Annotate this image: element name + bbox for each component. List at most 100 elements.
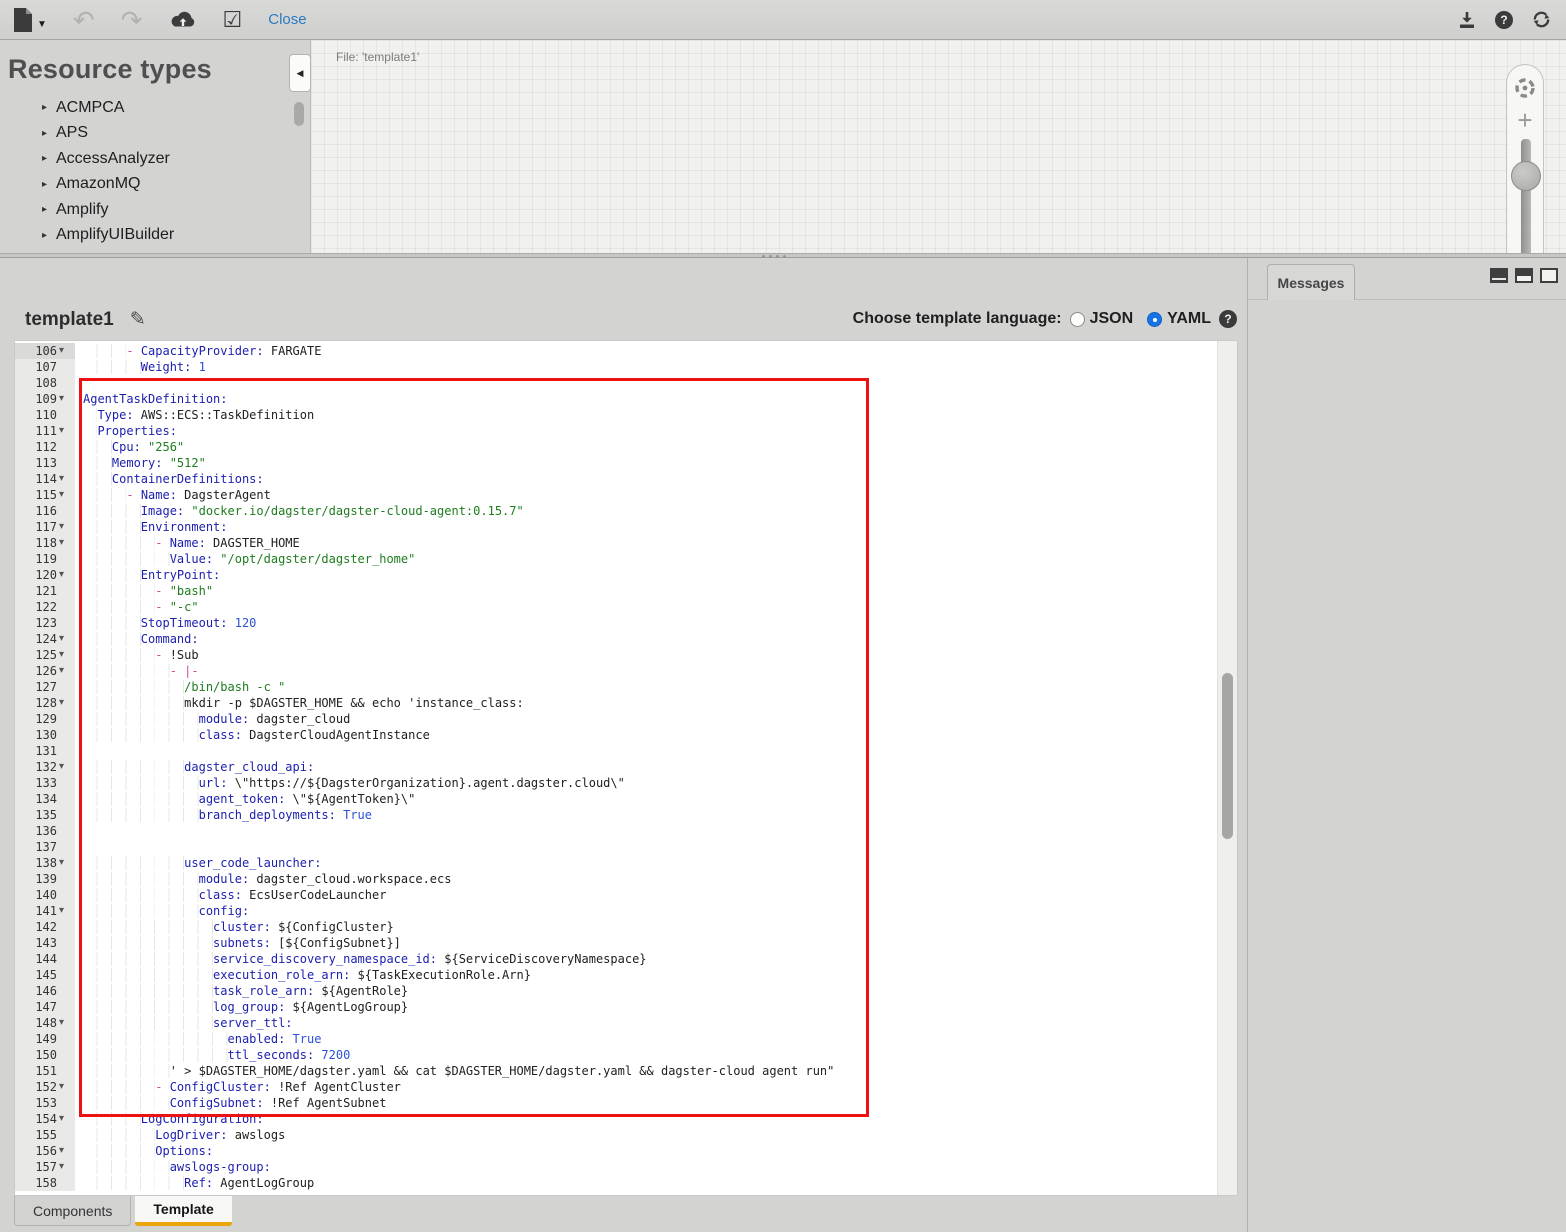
radio-checked-icon[interactable] xyxy=(1147,312,1162,327)
layout-editor-maximized-icon[interactable] xyxy=(1490,268,1508,283)
fold-arrow-icon[interactable]: ▾ xyxy=(59,631,75,647)
fold-arrow-icon[interactable]: ▾ xyxy=(59,647,75,663)
panel-divider[interactable] xyxy=(1247,258,1248,1232)
fold-arrow-icon[interactable]: ▾ xyxy=(59,535,75,551)
code-line[interactable]: 153 ConfigSubnet: !Ref AgentSubnet xyxy=(15,1095,1217,1111)
fold-arrow-icon[interactable]: ▾ xyxy=(59,663,75,679)
zoom-slider-track[interactable] xyxy=(1521,139,1531,253)
code-line[interactable]: 131 xyxy=(15,743,1217,759)
code-line[interactable]: 108 xyxy=(15,375,1217,391)
editor-scrollbar[interactable] xyxy=(1217,341,1237,1195)
help-icon[interactable]: ? xyxy=(1219,310,1237,328)
code-line[interactable]: 136 xyxy=(15,823,1217,839)
fold-arrow-icon[interactable]: ▾ xyxy=(59,903,75,919)
code-line[interactable]: 138▾ user_code_launcher: xyxy=(15,855,1217,871)
fold-arrow-icon[interactable]: ▾ xyxy=(59,1015,75,1031)
code-line[interactable]: 116 Image: "docker.io/dagster/dagster-cl… xyxy=(15,503,1217,519)
code-line[interactable]: 121 - "bash" xyxy=(15,583,1217,599)
code-line[interactable]: 143 subnets: [${ConfigSubnet}] xyxy=(15,935,1217,951)
tab-components[interactable]: Components xyxy=(14,1196,131,1226)
tab-messages[interactable]: Messages xyxy=(1267,264,1355,300)
fold-arrow-icon[interactable]: ▾ xyxy=(59,1079,75,1095)
fold-arrow-icon[interactable]: ▾ xyxy=(59,855,75,871)
code-line[interactable]: 132▾ dagster_cloud_api: xyxy=(15,759,1217,775)
code-line[interactable]: 111▾ Properties: xyxy=(15,423,1217,439)
code-line[interactable]: 140 class: EcsUserCodeLauncher xyxy=(15,887,1217,903)
code-line[interactable]: 117▾ Environment: xyxy=(15,519,1217,535)
resource-type-item[interactable]: ▸AccessAnalyzer xyxy=(42,146,310,172)
tab-template[interactable]: Template xyxy=(135,1196,231,1226)
code-line[interactable]: 110 Type: AWS::ECS::TaskDefinition xyxy=(15,407,1217,423)
redo-icon[interactable]: ↷ xyxy=(121,10,143,30)
expand-triangle-icon[interactable]: ▸ xyxy=(42,179,56,190)
language-option-yaml[interactable]: YAML xyxy=(1147,310,1211,328)
resource-type-item[interactable]: ▸AmplifyUIBuilder xyxy=(42,223,310,249)
code-line[interactable]: 156▾ Options: xyxy=(15,1143,1217,1159)
expand-triangle-icon[interactable]: ▸ xyxy=(42,153,56,164)
code-line[interactable]: 144 service_discovery_namespace_id: ${Se… xyxy=(15,951,1217,967)
collapse-panel-button[interactable]: ◀ xyxy=(289,54,311,92)
scrollbar-thumb[interactable] xyxy=(1222,673,1233,839)
cloud-upload-icon[interactable] xyxy=(169,10,197,30)
code-line[interactable]: 120▾ EntryPoint: xyxy=(15,567,1217,583)
code-editor[interactable]: 106▾ - CapacityProvider: FARGATE107 Weig… xyxy=(14,340,1238,1196)
resource-type-item[interactable]: ▸ACMPCA xyxy=(42,95,310,121)
fold-arrow-icon[interactable]: ▾ xyxy=(59,423,75,439)
code-line[interactable]: 114▾ ContainerDefinitions: xyxy=(15,471,1217,487)
expand-triangle-icon[interactable]: ▸ xyxy=(42,230,56,241)
code-line[interactable]: 151 ' > $DAGSTER_HOME/dagster.yaml && ca… xyxy=(15,1063,1217,1079)
code-line[interactable]: 126▾ - |- xyxy=(15,663,1217,679)
code-line[interactable]: 158 Ref: AgentLogGroup xyxy=(15,1175,1217,1191)
refresh-icon[interactable] xyxy=(1531,9,1552,30)
layout-split-view-icon[interactable] xyxy=(1515,268,1533,283)
validate-template-icon[interactable]: ☑ xyxy=(223,9,243,31)
help-icon[interactable]: ? xyxy=(1495,11,1513,29)
radio-unchecked-icon[interactable] xyxy=(1070,312,1085,327)
fold-arrow-icon[interactable]: ▾ xyxy=(59,519,75,535)
code-line[interactable]: 134 agent_token: \"${AgentToken}\" xyxy=(15,791,1217,807)
language-option-json[interactable]: JSON xyxy=(1070,310,1134,328)
code-line[interactable]: 122 - "-c" xyxy=(15,599,1217,615)
expand-triangle-icon[interactable]: ▸ xyxy=(42,102,56,113)
expand-triangle-icon[interactable]: ▸ xyxy=(42,128,56,139)
layout-canvas-maximized-icon[interactable] xyxy=(1540,268,1558,283)
code-line[interactable]: 129 module: dagster_cloud xyxy=(15,711,1217,727)
fold-arrow-icon[interactable]: ▾ xyxy=(59,1111,75,1127)
code-line[interactable]: 147 log_group: ${AgentLogGroup} xyxy=(15,999,1217,1015)
code-line[interactable]: 127 /bin/bash -c " xyxy=(15,679,1217,695)
code-line[interactable]: 113 Memory: "512" xyxy=(15,455,1217,471)
fold-arrow-icon[interactable]: ▾ xyxy=(59,471,75,487)
fold-arrow-icon[interactable]: ▾ xyxy=(59,391,75,407)
code-line[interactable]: 130 class: DagsterCloudAgentInstance xyxy=(15,727,1217,743)
fold-arrow-icon[interactable]: ▾ xyxy=(59,695,75,711)
zoom-slider[interactable] xyxy=(1507,139,1543,253)
code-line[interactable]: 150 ttl_seconds: 7200 xyxy=(15,1047,1217,1063)
designer-canvas[interactable]: File: 'template1' ◀ + xyxy=(310,40,1566,253)
code-line[interactable]: 128▾ mkdir -p $DAGSTER_HOME && echo 'ins… xyxy=(15,695,1217,711)
new-file-button[interactable]: ▼ xyxy=(12,7,47,33)
code-line[interactable]: 124▾ Command: xyxy=(15,631,1217,647)
code-line[interactable]: 106▾ - CapacityProvider: FARGATE xyxy=(15,343,1217,359)
zoom-slider-knob[interactable] xyxy=(1511,161,1541,191)
resource-panel-scrollbar[interactable] xyxy=(294,102,304,252)
resource-type-item[interactable]: ▸APS xyxy=(42,121,310,147)
fold-arrow-icon[interactable]: ▾ xyxy=(59,567,75,583)
code-line[interactable]: 115▾ - Name: DagsterAgent xyxy=(15,487,1217,503)
code-line[interactable]: 157▾ awslogs-group: xyxy=(15,1159,1217,1175)
code-line[interactable]: 141▾ config: xyxy=(15,903,1217,919)
code-line[interactable]: 155 LogDriver: awslogs xyxy=(15,1127,1217,1143)
resource-type-item[interactable]: ▸Amplify xyxy=(42,197,310,223)
zoom-in-icon[interactable]: + xyxy=(1517,107,1532,133)
code-line[interactable]: 154▾ LogConfiguration: xyxy=(15,1111,1217,1127)
code-line[interactable]: 133 url: \"https://${DagsterOrganization… xyxy=(15,775,1217,791)
code-line[interactable]: 137 xyxy=(15,839,1217,855)
fold-arrow-icon[interactable]: ▾ xyxy=(59,759,75,775)
code-line[interactable]: 107 Weight: 1 xyxy=(15,359,1217,375)
code-line[interactable]: 152▾ - ConfigCluster: !Ref AgentCluster xyxy=(15,1079,1217,1095)
code-line[interactable]: 112 Cpu: "256" xyxy=(15,439,1217,455)
code-line[interactable]: 146 task_role_arn: ${AgentRole} xyxy=(15,983,1217,999)
code-line[interactable]: 119 Value: "/opt/dagster/dagster_home" xyxy=(15,551,1217,567)
code-line[interactable]: 148▾ server_ttl: xyxy=(15,1015,1217,1031)
scrollbar-thumb[interactable] xyxy=(294,102,304,126)
fit-to-window-icon[interactable] xyxy=(1512,75,1538,101)
